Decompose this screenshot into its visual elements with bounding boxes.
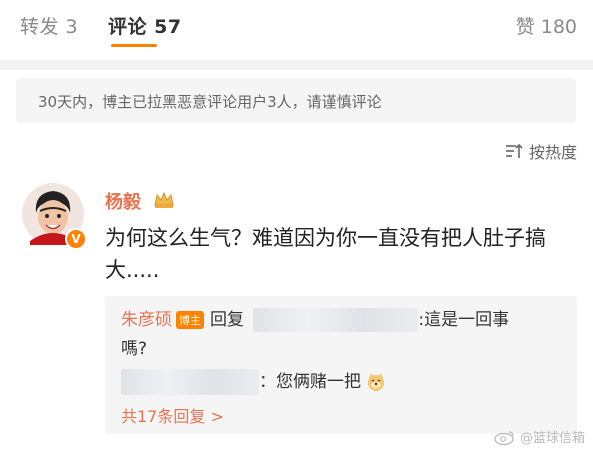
reply-prefix: 回复 <box>210 310 244 330</box>
blurred-username <box>253 308 419 332</box>
reply-text: :這是一回事 <box>418 310 510 330</box>
reply-item: 朱彦硕 博主 回复 :這是一回事 <box>121 305 509 332</box>
tab-active-indicator <box>111 44 157 47</box>
sort-button[interactable]: 按热度 <box>505 139 577 163</box>
sort-label: 按热度 <box>528 143 577 162</box>
reply-username[interactable]: 朱彦硕 <box>121 310 172 330</box>
reply-text: ：您俩赌一把 <box>259 372 361 392</box>
notice-banner: 30天内，博主已拉黑恶意评论用户3人，请谨慎评论 <box>16 78 576 123</box>
reply-item: ：您俩赌一把 <box>121 367 386 395</box>
tab-repost[interactable]: 转发 3 <box>20 12 78 39</box>
tab-comments[interactable]: 评论 57 <box>108 12 182 39</box>
watermark-text: @篮球信箱 <box>519 431 585 446</box>
crown-icon <box>154 191 174 208</box>
doge-emoji-icon <box>368 373 385 391</box>
verified-badge: V <box>65 228 87 250</box>
reply-text-continued: 嗎? <box>121 339 148 359</box>
tab-bar: 转发 3 评论 57 赞 180 <box>0 0 593 52</box>
host-badge: 博主 <box>176 311 204 329</box>
weibo-logo-icon <box>494 430 514 445</box>
comment-text: 为何这么生气？难道因为你一直没有把人肚子搞大..... <box>105 226 546 282</box>
more-replies-link[interactable]: 共17条回复 > <box>121 403 224 427</box>
notice-text: 30天内，博主已拉黑恶意评论用户3人，请谨慎评论 <box>38 93 382 111</box>
section-divider <box>0 60 593 70</box>
watermark: @篮球信箱 <box>494 427 585 446</box>
comment-username[interactable]: 杨毅 <box>105 188 141 214</box>
tab-likes[interactable]: 赞 180 <box>516 12 577 39</box>
blurred-username <box>121 369 259 395</box>
replies-box: 朱彦硕 博主 回复 :這是一回事 嗎? ：您俩赌一把 共17条回复 > <box>105 296 577 434</box>
sort-icon <box>505 143 523 158</box>
